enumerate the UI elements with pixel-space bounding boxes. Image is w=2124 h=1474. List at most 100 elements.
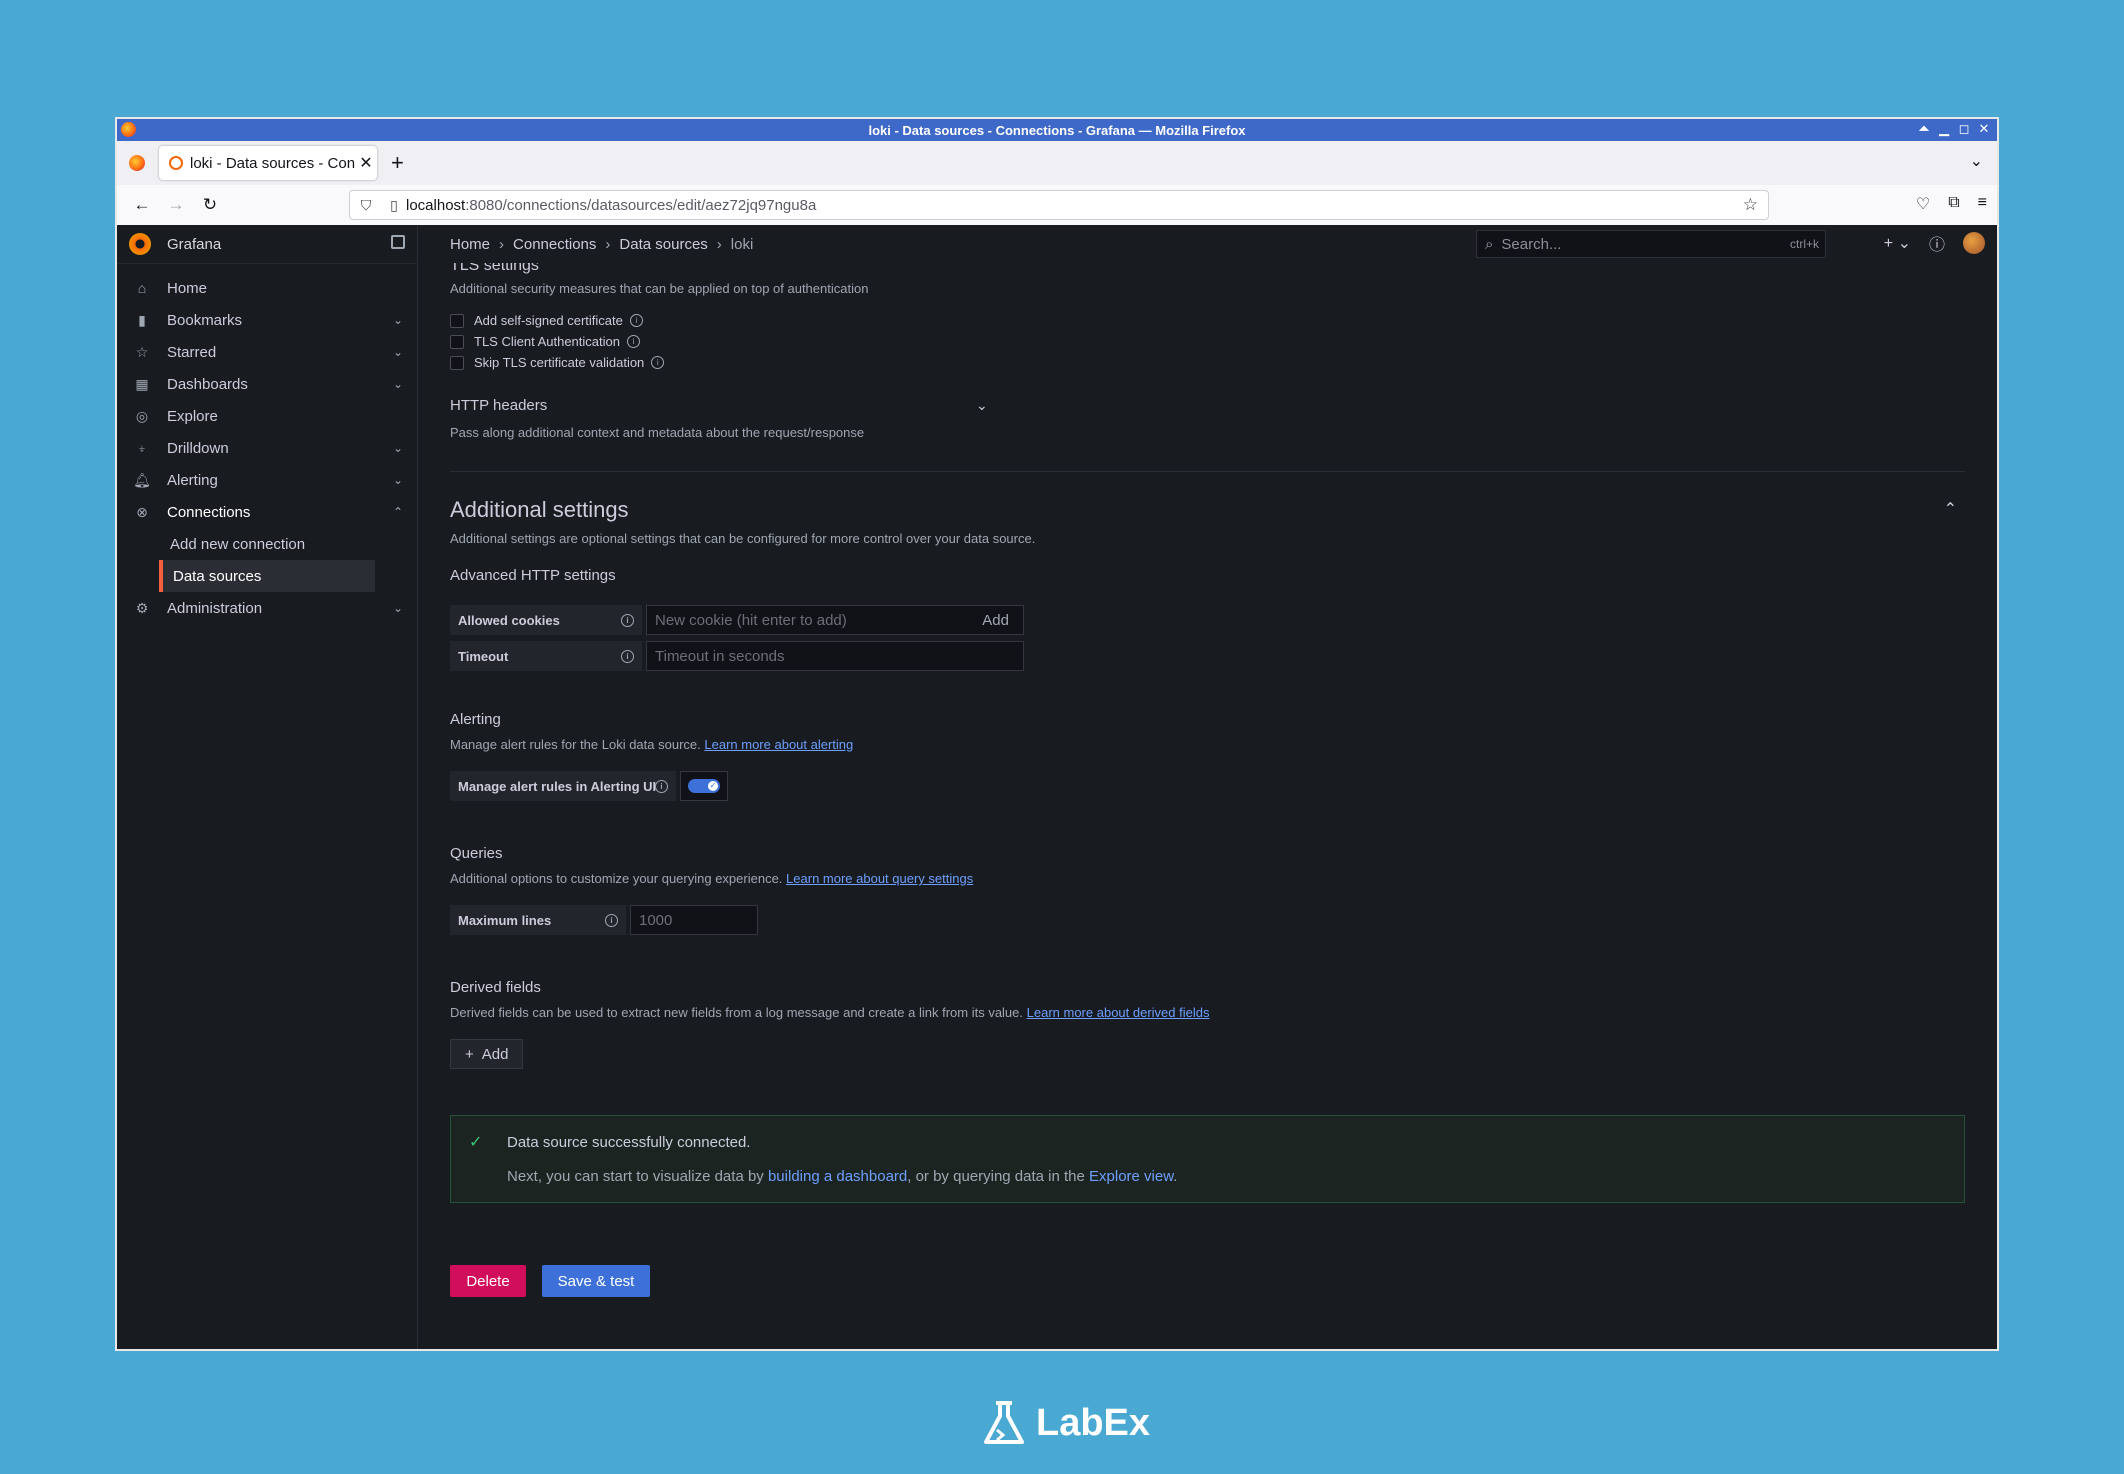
alerting-toggle-wrap: ✓ (680, 771, 728, 801)
breadcrumb-home[interactable]: Home (450, 236, 490, 253)
status-text: , or by querying data in the (907, 1168, 1090, 1185)
brand-text: LabEx (1036, 1401, 1151, 1444)
cog-icon: ⚙ (135, 599, 149, 616)
chevron-down-icon[interactable]: ⌄ (393, 473, 403, 487)
tls-option-skip-verify[interactable]: Skip TLS certificate validation i (450, 355, 665, 370)
window-minimize-icon[interactable]: ▁ (1937, 122, 1951, 136)
max-lines-input[interactable]: 1000 (630, 905, 758, 935)
learn-more-queries-link[interactable]: Learn more about query settings (786, 871, 973, 886)
extensions-icon[interactable]: ⧉ (1948, 194, 1959, 214)
breadcrumb-connections[interactable]: Connections (513, 236, 596, 253)
learn-more-derived-link[interactable]: Learn more about derived fields (1027, 1005, 1210, 1020)
bookmark-star-icon[interactable]: ☆ (1743, 195, 1758, 215)
sidebar-item-bookmarks[interactable]: ▮ Bookmarks ⌄ (117, 304, 417, 336)
sidebar-item-connections[interactable]: ⊗ Connections ⌃ (117, 496, 417, 528)
star-icon: ☆ (135, 343, 149, 360)
add-cookie-button[interactable]: Add (982, 612, 1009, 629)
search-input[interactable]: ⌕ Search... ctrl+k (1476, 230, 1826, 258)
window-title: loki - Data sources - Connections - Graf… (868, 122, 1246, 138)
app-menu-icon[interactable]: ≡ (1978, 194, 1987, 214)
sidebar-item-label: Home (167, 279, 208, 297)
add-derived-field-button[interactable]: + Add (450, 1039, 524, 1069)
info-icon: i (655, 780, 668, 793)
building-dashboard-link[interactable]: building a dashboard (768, 1168, 907, 1185)
forward-icon[interactable]: → (159, 195, 193, 215)
sidebar-item-label: Bookmarks (167, 311, 243, 329)
tls-title: TLS settings (450, 263, 539, 274)
new-menu-icon[interactable]: + ⌄ (1884, 233, 1911, 253)
chevron-down-icon[interactable]: ⌄ (393, 345, 403, 359)
desc-text: Manage alert rules for the Loki data sou… (450, 737, 701, 752)
sidebar-item-data-sources[interactable]: Data sources (159, 560, 375, 592)
explore-view-link[interactable]: Explore view (1089, 1168, 1173, 1185)
sidebar-item-starred[interactable]: ☆ Starred ⌄ (117, 336, 417, 368)
tab-title: loki - Data sources - Con (190, 154, 355, 172)
sidebar-item-explore[interactable]: ◎ Explore (117, 400, 417, 432)
firefox-view-icon[interactable] (129, 155, 145, 171)
sidebar-item-label: Administration (167, 599, 263, 617)
info-icon: i (651, 356, 665, 369)
sidebar-item-administration[interactable]: ⚙ Administration ⌄ (117, 592, 417, 624)
save-test-button[interactable]: Save & test (542, 1265, 650, 1297)
sidebar-item-label: Drilldown (167, 439, 229, 457)
page-content: TLS settings Additional security measure… (418, 263, 1997, 1349)
alerting-desc: Manage alert rules for the Loki data sou… (450, 737, 853, 752)
checkbox[interactable] (450, 355, 464, 370)
chevron-down-icon[interactable]: ⌄ (976, 397, 988, 414)
url-bar[interactable]: ⛉ ▯ localhost:8080/connections/datasourc… (349, 190, 1769, 220)
plus-icon: + (465, 1045, 474, 1063)
sidebar-item-home[interactable]: ⌂ Home (117, 272, 417, 304)
chevron-down-icon[interactable]: ⌄ (393, 601, 403, 615)
chevron-down-icon[interactable]: ⌄ (393, 377, 403, 391)
tls-option-client-auth[interactable]: TLS Client Authentication i (450, 334, 640, 349)
toolbar-right: ♡ ⧉ ≡ (1916, 194, 1987, 214)
chevron-down-icon[interactable]: ⌄ (393, 313, 403, 327)
chevron-up-icon[interactable]: ⌃ (393, 505, 403, 519)
window-close-icon[interactable]: ✕ (1977, 122, 1991, 136)
chevron-up-icon[interactable]: ⌃ (1944, 499, 1957, 519)
alerting-toggle-label: Manage alert rules in Alerting UI i (450, 771, 676, 801)
checkbox[interactable] (450, 334, 464, 349)
checkbox-label: TLS Client Authentication (474, 334, 620, 349)
delete-button[interactable]: Delete (450, 1265, 526, 1297)
new-tab-icon[interactable]: + (391, 150, 404, 176)
tab-close-icon[interactable]: ✕ (355, 153, 377, 173)
allowed-cookies-input[interactable]: New cookie (hit enter to add) Add (646, 605, 1024, 635)
shield-icon[interactable]: ⛉ (354, 197, 378, 214)
label-text: Maximum lines (458, 912, 552, 928)
window-maximize-icon[interactable]: ◻ (1957, 122, 1971, 136)
sidebar-item-alerting[interactable]: 🔔︎ Alerting ⌄ (117, 464, 417, 496)
search-placeholder: Search... (1501, 235, 1562, 253)
sidebar-item-dashboards[interactable]: ▦ Dashboards ⌄ (117, 368, 417, 400)
help-icon[interactable]: ⓘ (1929, 231, 1945, 255)
grafana-logo-icon[interactable] (129, 233, 151, 255)
desc-text: Derived fields can be used to extract ne… (450, 1005, 1024, 1020)
checkbox[interactable] (450, 313, 464, 328)
breadcrumb-current: loki (730, 235, 754, 253)
dock-menu-icon[interactable] (391, 235, 405, 249)
tls-option-self-signed[interactable]: Add self-signed certificate i (450, 313, 643, 328)
http-headers-title[interactable]: HTTP headers (450, 397, 547, 414)
list-tabs-icon[interactable]: ⌄ (1970, 151, 1983, 171)
top-bar: Home › Connections › Data sources › loki ⌕ Sea… (418, 225, 1997, 264)
browser-tab[interactable]: loki - Data sources - Con ✕ (159, 146, 377, 180)
reload-icon[interactable]: ↻ (193, 195, 227, 215)
sidebar-item-add-new-connection[interactable]: Add new connection (117, 528, 417, 560)
timeout-input[interactable]: Timeout in seconds (646, 641, 1024, 671)
labex-logo: LabEx (982, 1400, 1150, 1446)
drilldown-icon: ⍖ (137, 439, 147, 456)
avatar[interactable] (1963, 232, 1985, 254)
learn-more-alerting-link[interactable]: Learn more about alerting (704, 737, 853, 752)
alerting-title: Alerting (450, 711, 501, 728)
breadcrumb-data-sources[interactable]: Data sources (619, 236, 707, 253)
window-raise-icon[interactable]: ⏶ (1917, 122, 1931, 136)
pocket-icon[interactable]: ♡ (1916, 194, 1930, 214)
alerting-toggle-switch[interactable]: ✓ (688, 779, 720, 793)
sidebar-item-label: Explore (167, 407, 218, 425)
chevron-down-icon[interactable]: ⌄ (393, 441, 403, 455)
back-icon[interactable]: ← (125, 195, 159, 215)
page-info-icon[interactable]: ▯ (382, 197, 406, 214)
sidebar-item-drilldown[interactable]: ⍖ Drilldown ⌄ (117, 432, 417, 464)
button-label: Add (481, 1045, 509, 1063)
apps-icon: ▦ (135, 375, 149, 392)
